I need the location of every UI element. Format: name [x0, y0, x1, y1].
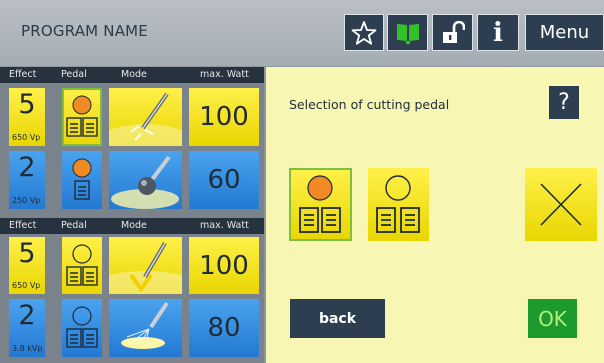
effect-cell[interactable]: 5 650 Vp	[9, 88, 45, 146]
pedal-option-none[interactable]	[525, 168, 597, 241]
favorite-button[interactable]	[344, 14, 384, 51]
max-watt-cell[interactable]: 80	[189, 299, 259, 357]
ball-electrode-icon	[111, 155, 179, 209]
voltage-value: 250 Vp	[12, 196, 41, 205]
back-button[interactable]: back	[290, 299, 385, 338]
max-watt-cell[interactable]: 100	[189, 237, 259, 294]
pedal-cell[interactable]	[62, 299, 102, 357]
effect-cell[interactable]: 2 3.8 kVp	[9, 299, 45, 357]
voltage-value: 650 Vp	[12, 281, 41, 290]
question-icon: ?	[558, 90, 570, 115]
column-header-pedal: Pedal	[61, 69, 87, 80]
program-name: PROGRAM NAME	[21, 22, 148, 40]
max-watt-value: 80	[207, 313, 241, 343]
manual-button[interactable]	[387, 14, 428, 51]
pedal-selection-dialog: Selection of cutting pedal ? back OK	[266, 67, 604, 363]
pedal-cell[interactable]	[62, 151, 102, 209]
header-bar: PROGRAM NAME i Menu	[0, 0, 604, 66]
effect-cell[interactable]: 2 250 Vp	[9, 151, 45, 209]
pedal-double-empty-icon	[376, 175, 420, 233]
info-button[interactable]: i	[477, 14, 519, 51]
ok-button[interactable]: OK	[528, 299, 577, 338]
unlock-icon	[442, 20, 465, 43]
column-header-row: Effect Pedal Mode max. Watt	[0, 67, 264, 83]
effect-value: 2	[18, 152, 36, 183]
effect-value: 5	[18, 238, 36, 269]
help-button[interactable]: ?	[549, 86, 579, 119]
spray-coag-icon	[121, 301, 169, 349]
column-header-mode: Mode	[121, 220, 147, 231]
mode-cell[interactable]	[109, 151, 182, 209]
pedal-option-double-empty[interactable]	[368, 168, 429, 241]
close-x-icon	[540, 183, 582, 226]
voltage-value: 3.8 kVp	[12, 344, 43, 353]
column-header-effect: Effect	[9, 220, 37, 231]
column-header-effect: Effect	[9, 69, 37, 80]
column-header-pedal: Pedal	[61, 220, 87, 231]
book-icon	[396, 23, 419, 44]
max-watt-cell[interactable]: 60	[189, 151, 259, 209]
max-watt-value: 60	[207, 165, 241, 195]
pedal-cell[interactable]	[62, 88, 102, 146]
max-watt-value: 100	[199, 102, 249, 132]
effect-value: 2	[18, 300, 36, 331]
menu-button[interactable]: Menu	[525, 14, 604, 51]
column-header-mode: Mode	[121, 69, 147, 80]
dialog-title: Selection of cutting pedal	[289, 97, 450, 112]
needle-cut-icon	[109, 92, 182, 146]
effect-cell[interactable]: 5 650 Vp	[9, 237, 45, 294]
column-header-max-watt: max. Watt	[200, 220, 249, 231]
max-watt-value: 100	[199, 250, 249, 281]
pedal-option-double-filled[interactable]	[289, 168, 352, 241]
menu-label: Menu	[539, 22, 590, 43]
star-icon	[351, 20, 377, 45]
mode-cell[interactable]	[109, 237, 182, 294]
pedal-cell[interactable]	[62, 237, 102, 294]
mode-cell[interactable]	[109, 299, 182, 357]
coag-pedal-double-empty-icon	[66, 306, 98, 348]
needle-blend-icon	[109, 241, 182, 294]
column-header-row: Effect Pedal Mode max. Watt	[0, 218, 264, 234]
max-watt-cell[interactable]: 100	[189, 88, 259, 146]
effect-value: 5	[18, 89, 36, 120]
voltage-value: 650 Vp	[12, 133, 41, 142]
column-header-max-watt: max. Watt	[200, 69, 249, 80]
coag-pedal-single-filled-icon	[72, 158, 92, 200]
lock-button[interactable]	[432, 14, 473, 51]
cut-pedal-double-filled-icon	[66, 95, 98, 137]
cut-pedal-double-empty-icon	[66, 243, 98, 286]
pedal-double-filled-icon	[299, 175, 341, 233]
info-icon: i	[493, 17, 503, 48]
mode-cell[interactable]	[109, 88, 182, 146]
program-steps-panel: Effect Pedal Mode max. Watt 5 650 Vp 100…	[0, 67, 264, 363]
